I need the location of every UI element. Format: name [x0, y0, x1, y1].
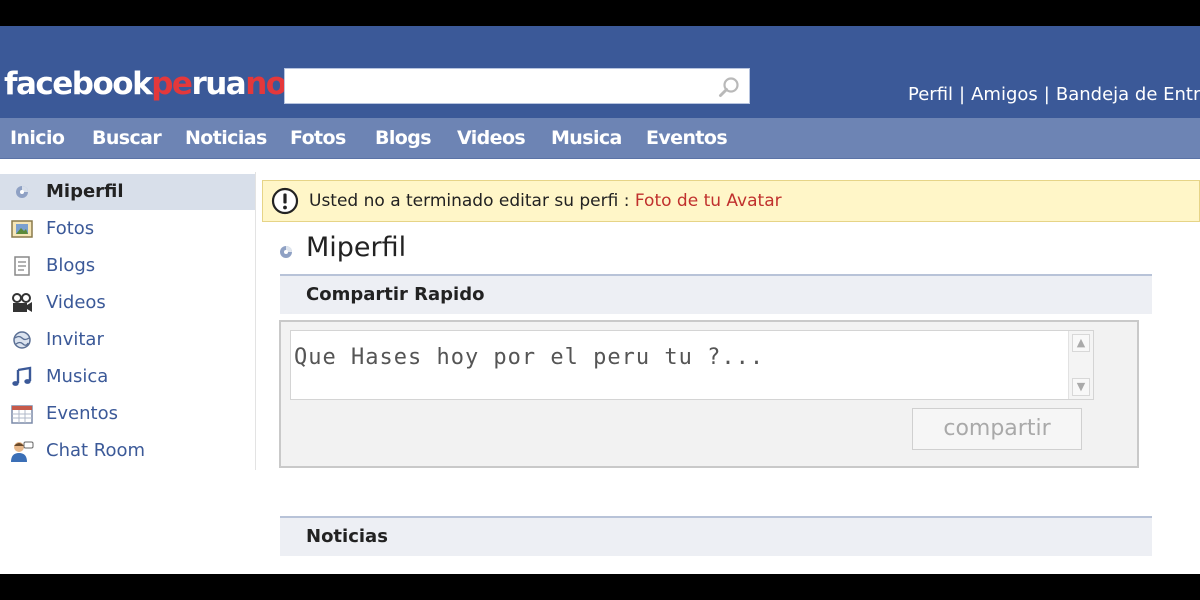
- nav-blogs[interactable]: Blogs: [375, 118, 432, 158]
- sidebar-item-miperfil[interactable]: Miperfil: [0, 174, 255, 210]
- sidebar-item-label: Miperfil: [46, 181, 124, 202]
- link-separator: |: [959, 84, 966, 105]
- top-links: Perfil | Amigos | Bandeja de Entr: [908, 84, 1200, 105]
- share-box: Que Hases hoy por el peru tu ?... ▲ ▼ co…: [279, 320, 1139, 468]
- logo-text-pe: pe: [151, 66, 193, 102]
- sidebar-item-musica[interactable]: Musica: [0, 359, 255, 395]
- compartir-button[interactable]: compartir: [912, 408, 1082, 450]
- main-nav: Inicio Buscar Noticias Fotos Blogs Video…: [0, 118, 1200, 159]
- sidebar-item-eventos[interactable]: Eventos: [0, 396, 255, 432]
- logo-text-facebook: facebook: [4, 66, 153, 102]
- sidebar-item-label: Musica: [46, 366, 109, 387]
- nav-fotos[interactable]: Fotos: [290, 118, 346, 158]
- sidebar-item-label: Invitar: [46, 329, 104, 350]
- videos-icon: [12, 293, 32, 312]
- sidebar: Miperfil Fotos Blogs Videos Invitar Musi…: [0, 172, 256, 470]
- site-logo[interactable]: facebookperuano: [4, 64, 287, 104]
- page-title: Miperfil: [306, 232, 407, 263]
- blogs-icon: [14, 256, 30, 276]
- warning-icon: [271, 187, 299, 215]
- photos-icon: [11, 220, 33, 238]
- sidebar-item-label: Blogs: [46, 255, 96, 276]
- profile-alert: Usted no a terminado editar su perfi : F…: [262, 180, 1200, 222]
- share-section-title: Compartir Rapido: [306, 284, 485, 305]
- sidebar-item-label: Videos: [46, 292, 106, 313]
- scroll-up-arrow-icon[interactable]: ▲: [1072, 334, 1090, 352]
- profile-icon: [16, 186, 28, 198]
- sidebar-item-label: Eventos: [46, 403, 118, 424]
- nav-inicio[interactable]: Inicio: [10, 118, 65, 158]
- sidebar-item-blogs[interactable]: Blogs: [0, 248, 255, 284]
- search-box: [284, 68, 750, 104]
- profile-icon: [280, 246, 292, 258]
- events-icon: [11, 405, 33, 424]
- scroll-down-arrow-icon[interactable]: ▼: [1072, 378, 1090, 396]
- share-textarea-text: Que Hases hoy por el peru tu ?...: [294, 345, 765, 370]
- share-section-header: Compartir Rapido: [280, 274, 1152, 314]
- top-header: facebookperuano Perfil | Amigos | Bandeja de…: [0, 26, 1200, 118]
- link-separator: |: [1043, 84, 1050, 105]
- alert-message: Usted no a terminado editar su perfi :: [309, 191, 635, 211]
- nav-eventos[interactable]: Eventos: [646, 118, 728, 158]
- alert-text: Usted no a terminado editar su perfi : F…: [309, 191, 782, 211]
- logo-text-rua: rua: [191, 66, 246, 102]
- sidebar-item-videos[interactable]: Videos: [0, 285, 255, 321]
- sidebar-item-chat-room[interactable]: Chat Room: [0, 433, 255, 469]
- textarea-scrollbar[interactable]: ▲ ▼: [1068, 331, 1093, 399]
- news-section-title: Noticias: [306, 526, 388, 547]
- perfil-link[interactable]: Perfil: [908, 84, 953, 105]
- nav-musica[interactable]: Musica: [551, 118, 622, 158]
- chat-room-icon: [11, 441, 34, 462]
- news-section-header: Noticias: [280, 516, 1152, 556]
- logo-text-no: no: [245, 66, 287, 102]
- sidebar-item-label: Chat Room: [46, 440, 146, 461]
- nav-videos[interactable]: Videos: [457, 118, 526, 158]
- share-textarea[interactable]: Que Hases hoy por el peru tu ?... ▲ ▼: [290, 330, 1094, 400]
- invite-icon: [13, 331, 31, 349]
- search-input[interactable]: [285, 69, 721, 103]
- page: facebookperuano Perfil | Amigos | Bandeja de…: [0, 26, 1200, 574]
- search-icon[interactable]: [717, 75, 741, 99]
- nav-noticias[interactable]: Noticias: [185, 118, 267, 158]
- music-icon: [12, 366, 32, 386]
- amigos-link[interactable]: Amigos: [971, 84, 1038, 105]
- avatar-photo-link[interactable]: Foto de tu Avatar: [635, 191, 782, 211]
- nav-buscar[interactable]: Buscar: [92, 118, 162, 158]
- sidebar-item-fotos[interactable]: Fotos: [0, 211, 255, 247]
- sidebar-item-invitar[interactable]: Invitar: [0, 322, 255, 358]
- sidebar-item-label: Fotos: [46, 218, 95, 239]
- bandeja-link[interactable]: Bandeja de Entr: [1056, 84, 1200, 105]
